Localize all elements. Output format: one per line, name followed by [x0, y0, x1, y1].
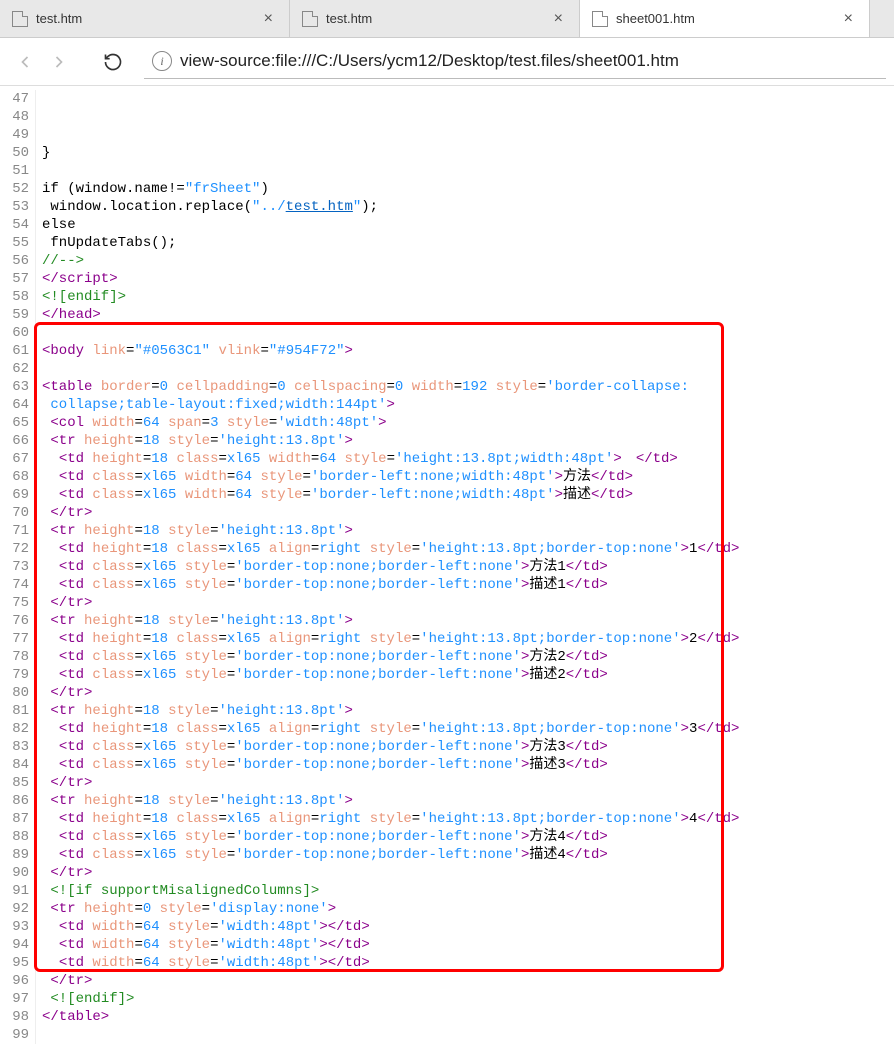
source-line[interactable]: <td height=18 class=xl65 align=right sty… — [42, 720, 894, 738]
tab-title: test.htm — [326, 11, 550, 26]
source-line[interactable]: </head> — [42, 306, 894, 324]
tab-bar: test.htm × test.htm × sheet001.htm × — [0, 0, 894, 38]
source-line[interactable]: <body link="#0563C1" vlink="#954F72"> — [42, 342, 894, 360]
line-number-gutter: 4748495051525354555657585960616263646566… — [0, 90, 36, 1044]
source-line[interactable]: <col width=64 span=3 style='width:48pt'> — [42, 414, 894, 432]
source-line[interactable]: <td height=18 class=xl65 align=right sty… — [42, 810, 894, 828]
source-line[interactable]: else — [42, 216, 894, 234]
source-line[interactable]: } — [42, 144, 894, 162]
tab-3-active[interactable]: sheet001.htm × — [580, 0, 870, 37]
source-line[interactable]: fnUpdateTabs(); — [42, 234, 894, 252]
source-line[interactable]: <![endif]> — [42, 288, 894, 306]
source-line[interactable]: <td class=xl65 style='border-top:none;bo… — [42, 738, 894, 756]
url-text: view-source:file:///C:/Users/ycm12/Deskt… — [180, 51, 886, 71]
source-line[interactable]: </script> — [42, 270, 894, 288]
source-line[interactable]: <td class=xl65 style='border-top:none;bo… — [42, 558, 894, 576]
close-icon[interactable]: × — [260, 10, 277, 28]
source-line[interactable]: <td height=18 class=xl65 align=right sty… — [42, 540, 894, 558]
tab-title: test.htm — [36, 11, 260, 26]
tab-title: sheet001.htm — [616, 11, 840, 26]
source-line[interactable]: <td height=18 class=xl65 width=64 style=… — [42, 450, 894, 468]
source-line[interactable] — [42, 1026, 894, 1044]
source-line[interactable]: </tr> — [42, 504, 894, 522]
source-code[interactable]: } if (window.name!="frSheet") window.loca… — [36, 90, 894, 1044]
source-line[interactable]: <td width=64 style='width:48pt'></td> — [42, 954, 894, 972]
source-line[interactable]: <td class=xl65 width=64 style='border-le… — [42, 468, 894, 486]
back-button[interactable] — [8, 45, 42, 79]
tab-2[interactable]: test.htm × — [290, 0, 580, 37]
document-icon — [302, 11, 318, 27]
source-line[interactable]: <td class=xl65 style='border-top:none;bo… — [42, 846, 894, 864]
source-line[interactable]: <tr height=18 style='height:13.8pt'> — [42, 432, 894, 450]
tab-1[interactable]: test.htm × — [0, 0, 290, 37]
document-icon — [12, 11, 28, 27]
toolbar: i view-source:file:///C:/Users/ycm12/Des… — [0, 38, 894, 86]
source-line[interactable]: //--> — [42, 252, 894, 270]
source-line[interactable]: <td class=xl65 style='border-top:none;bo… — [42, 828, 894, 846]
source-line[interactable]: </tr> — [42, 594, 894, 612]
refresh-button[interactable] — [96, 45, 130, 79]
source-line[interactable]: <![endif]> — [42, 990, 894, 1008]
info-icon[interactable]: i — [152, 51, 172, 71]
source-line[interactable]: <tr height=18 style='height:13.8pt'> — [42, 702, 894, 720]
source-line[interactable]: </tr> — [42, 972, 894, 990]
source-line[interactable]: <td class=xl65 width=64 style='border-le… — [42, 486, 894, 504]
source-line[interactable] — [42, 162, 894, 180]
source-line[interactable]: <td width=64 style='width:48pt'></td> — [42, 918, 894, 936]
source-line[interactable] — [42, 360, 894, 378]
source-line[interactable]: <td height=18 class=xl65 align=right sty… — [42, 630, 894, 648]
source-line[interactable]: <td class=xl65 style='border-top:none;bo… — [42, 756, 894, 774]
source-line[interactable]: if (window.name!="frSheet") — [42, 180, 894, 198]
source-line[interactable]: <![if supportMisalignedColumns]> — [42, 882, 894, 900]
source-line[interactable]: <td width=64 style='width:48pt'></td> — [42, 936, 894, 954]
source-line[interactable]: <td class=xl65 style='border-top:none;bo… — [42, 666, 894, 684]
source-line[interactable]: <tr height=0 style='display:none'> — [42, 900, 894, 918]
source-line[interactable]: <tr height=18 style='height:13.8pt'> — [42, 522, 894, 540]
source-line[interactable]: <tr height=18 style='height:13.8pt'> — [42, 792, 894, 810]
source-line[interactable]: <table border=0 cellpadding=0 cellspacin… — [42, 378, 894, 396]
document-icon — [592, 11, 608, 27]
source-line[interactable]: window.location.replace("../test.htm"); — [42, 198, 894, 216]
source-line[interactable]: </tr> — [42, 684, 894, 702]
close-icon[interactable]: × — [840, 10, 857, 28]
close-icon[interactable]: × — [550, 10, 567, 28]
source-line[interactable]: </table> — [42, 1008, 894, 1026]
source-line[interactable]: </tr> — [42, 864, 894, 882]
source-line[interactable]: <tr height=18 style='height:13.8pt'> — [42, 612, 894, 630]
source-line[interactable] — [42, 324, 894, 342]
source-line[interactable]: collapse;table-layout:fixed;width:144pt'… — [42, 396, 894, 414]
forward-button[interactable] — [42, 45, 76, 79]
source-line[interactable]: </tr> — [42, 774, 894, 792]
source-view: 4748495051525354555657585960616263646566… — [0, 86, 894, 1044]
address-bar[interactable]: i view-source:file:///C:/Users/ycm12/Des… — [144, 45, 886, 79]
source-line[interactable]: <td class=xl65 style='border-top:none;bo… — [42, 648, 894, 666]
source-line[interactable]: <td class=xl65 style='border-top:none;bo… — [42, 576, 894, 594]
